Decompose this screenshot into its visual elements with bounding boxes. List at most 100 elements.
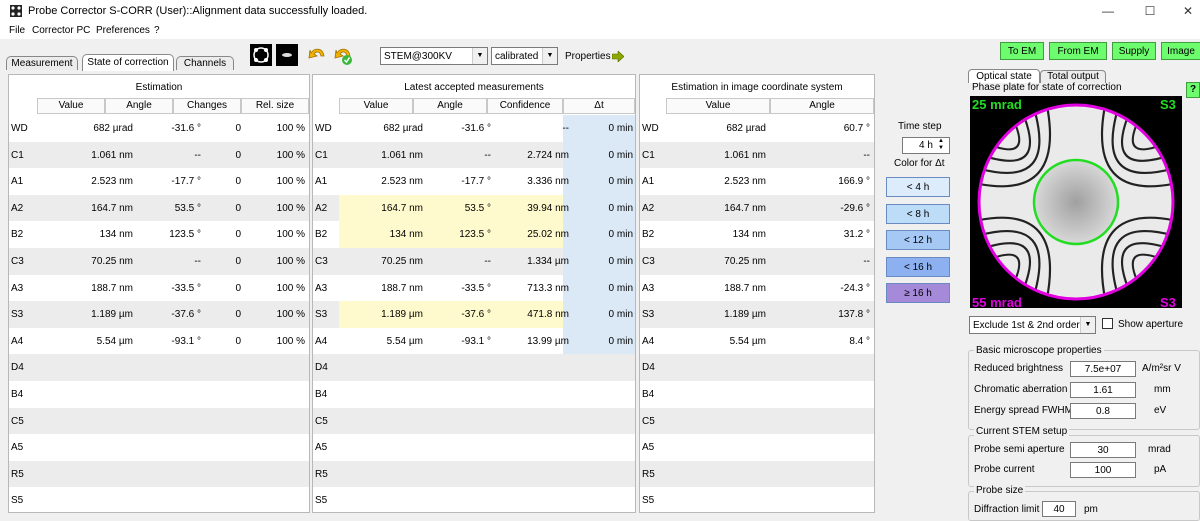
- table-row[interactable]: C5: [313, 407, 635, 435]
- spinner-arrows-icon[interactable]: ▲ ▼: [938, 138, 944, 152]
- table-cell: 5.54 µm: [729, 335, 766, 347]
- table-row[interactable]: B2 134 nm 31.2 °: [640, 221, 874, 248]
- help-button[interactable]: ?: [1186, 82, 1200, 98]
- table-row[interactable]: B4: [640, 381, 874, 408]
- table-row[interactable]: C5: [9, 407, 309, 435]
- table-row[interactable]: A4 5.54 µm -93.1 ° 13.99 µm 0 min: [313, 327, 635, 355]
- diffraction-limit-field[interactable]: 40: [1042, 501, 1076, 517]
- table-row[interactable]: A4 5.54 µm 8.4 °: [640, 328, 874, 355]
- table-row[interactable]: A2 164.7 nm -29.6 °: [640, 194, 874, 222]
- table-cell: 0 min: [608, 229, 633, 241]
- table-row[interactable]: S5: [9, 487, 309, 512]
- table-row[interactable]: C1 1.061 nm -- 2.724 nm 0 min: [313, 141, 635, 169]
- table-row[interactable]: WD 682 µrad -31.6 ° 0 100 %: [9, 115, 309, 142]
- aberration-pattern-icon[interactable]: [250, 44, 272, 66]
- table-row[interactable]: R5: [313, 460, 635, 488]
- table-row[interactable]: A2 164.7 nm 53.5 ° 39.94 nm 0 min: [313, 194, 635, 222]
- dt-color-button[interactable]: < 8 h: [886, 203, 950, 224]
- table-row[interactable]: R5: [640, 460, 874, 488]
- menu-corrector-pc[interactable]: Corrector PC: [32, 25, 90, 36]
- table-row[interactable]: B4: [313, 381, 635, 408]
- from-em-button[interactable]: From EM: [1049, 42, 1107, 60]
- menu-file[interactable]: File: [9, 25, 25, 36]
- table-row[interactable]: D4: [9, 354, 309, 381]
- table-row[interactable]: S5: [640, 487, 874, 512]
- chevron-down-icon[interactable]: ▼: [542, 48, 557, 64]
- table-row[interactable]: C3 70.25 nm --: [640, 248, 874, 275]
- dt-color-button[interactable]: ≥ 16 h: [886, 283, 950, 303]
- menu-help[interactable]: ?: [154, 25, 160, 36]
- tab-channels[interactable]: Channels: [176, 56, 234, 70]
- title-bar: Probe Corrector S-CORR (User)::Alignment…: [0, 0, 1200, 22]
- table-row[interactable]: A2 164.7 nm 53.5 ° 0 100 %: [9, 194, 309, 222]
- estimation-table: Estimation Value Angle Changes Rel. size…: [8, 74, 310, 513]
- table-row[interactable]: A3 188.7 nm -33.5 ° 713.3 nm 0 min: [313, 274, 635, 302]
- chevron-down-icon[interactable]: ▼: [1080, 317, 1095, 333]
- probe-current-field[interactable]: 100: [1070, 462, 1136, 478]
- time-step-spinner[interactable]: 4 h ▲ ▼: [902, 137, 950, 154]
- table-cell: 0 min: [608, 256, 633, 267]
- table-row[interactable]: C1 1.061 nm -- 0 100 %: [9, 141, 309, 169]
- to-em-button[interactable]: To EM: [1000, 42, 1044, 60]
- image-button[interactable]: Image: [1161, 42, 1200, 60]
- table-row[interactable]: S3 1.189 µm -37.6 ° 471.8 nm 0 min: [313, 301, 635, 328]
- table-row[interactable]: S5: [313, 487, 635, 512]
- table-row[interactable]: A5: [9, 434, 309, 461]
- table-row[interactable]: D4: [640, 354, 874, 381]
- table-cell: --: [863, 256, 870, 267]
- probe-image-icon[interactable]: [276, 44, 298, 66]
- table-row[interactable]: A4 5.54 µm -93.1 ° 0 100 %: [9, 328, 309, 355]
- exclude-order-select[interactable]: Exclude 1st & 2nd order ▼: [969, 316, 1096, 334]
- properties-label[interactable]: Properties: [565, 51, 611, 62]
- tab-measurement[interactable]: Measurement: [6, 56, 78, 70]
- table-row[interactable]: C3 70.25 nm -- 1.334 µm 0 min: [313, 248, 635, 275]
- chevron-down-icon[interactable]: ▼: [472, 48, 487, 64]
- s3-top-label: S3: [1160, 97, 1176, 112]
- dt-color-button[interactable]: < 12 h: [886, 230, 950, 250]
- supply-button[interactable]: Supply: [1112, 42, 1156, 60]
- probe-aperture-unit: mrad: [1148, 444, 1171, 455]
- table-cell: 164.7 nm: [91, 202, 133, 214]
- menu-preferences[interactable]: Preferences: [96, 25, 150, 36]
- reduced-brightness-field[interactable]: 7.5e+07: [1070, 361, 1136, 377]
- undo-accept-icon[interactable]: [332, 44, 354, 66]
- row-label: A5: [315, 442, 328, 454]
- table-row[interactable]: S3 1.189 µm 137.8 °: [640, 301, 874, 328]
- mode-select[interactable]: STEM@300KV ▼: [380, 47, 488, 65]
- table-row[interactable]: C3 70.25 nm -- 0 100 %: [9, 248, 309, 275]
- tab-state-of-correction[interactable]: State of correction: [82, 54, 174, 71]
- minimize-icon[interactable]: —: [1098, 1, 1118, 21]
- close-icon[interactable]: ✕: [1178, 1, 1198, 21]
- table-row[interactable]: A3 188.7 nm -24.3 °: [640, 275, 874, 302]
- table-row[interactable]: A1 2.523 nm -17.7 ° 3.336 nm 0 min: [313, 168, 635, 195]
- table-row[interactable]: B2 134 nm 123.5 ° 25.02 nm 0 min: [313, 221, 635, 248]
- table-row[interactable]: A1 2.523 nm -17.7 ° 0 100 %: [9, 168, 309, 195]
- probe-aperture-field[interactable]: 30: [1070, 442, 1136, 458]
- table-row[interactable]: B2 134 nm 123.5 ° 0 100 %: [9, 221, 309, 248]
- arrow-right-icon[interactable]: [612, 51, 624, 62]
- show-aperture-checkbox[interactable]: [1102, 318, 1113, 329]
- table-cell: -24.3 °: [840, 282, 870, 294]
- table-row[interactable]: B4: [9, 381, 309, 408]
- undo-icon[interactable]: [306, 44, 328, 66]
- calibration-select[interactable]: calibrated ▼: [491, 47, 558, 65]
- table-row[interactable]: WD 682 µrad -31.6 ° -- 0 min: [313, 115, 635, 142]
- table-row[interactable]: A3 188.7 nm -33.5 ° 0 100 %: [9, 275, 309, 302]
- table-row[interactable]: S3 1.189 µm -37.6 ° 0 100 %: [9, 301, 309, 328]
- table-row[interactable]: D4: [313, 354, 635, 381]
- table-row[interactable]: A5: [640, 434, 874, 461]
- row-label: S3: [642, 309, 655, 321]
- color-for-dt-label: Color for Δt: [894, 158, 945, 169]
- table-row[interactable]: C1 1.061 nm --: [640, 141, 874, 169]
- table-row[interactable]: A1 2.523 nm 166.9 °: [640, 168, 874, 195]
- energy-spread-field[interactable]: 0.8: [1070, 403, 1136, 419]
- chromatic-aberration-field[interactable]: 1.61: [1070, 382, 1136, 398]
- table-row[interactable]: WD 682 µrad 60.7 °: [640, 115, 874, 142]
- table-row[interactable]: C5: [640, 407, 874, 435]
- maximize-icon[interactable]: ☐: [1140, 1, 1160, 21]
- tab-optical-state[interactable]: Optical state: [968, 69, 1040, 83]
- table-row[interactable]: A5: [313, 434, 635, 461]
- dt-color-button[interactable]: < 4 h: [886, 177, 950, 197]
- dt-color-button[interactable]: < 16 h: [886, 256, 950, 277]
- table-row[interactable]: R5: [9, 460, 309, 488]
